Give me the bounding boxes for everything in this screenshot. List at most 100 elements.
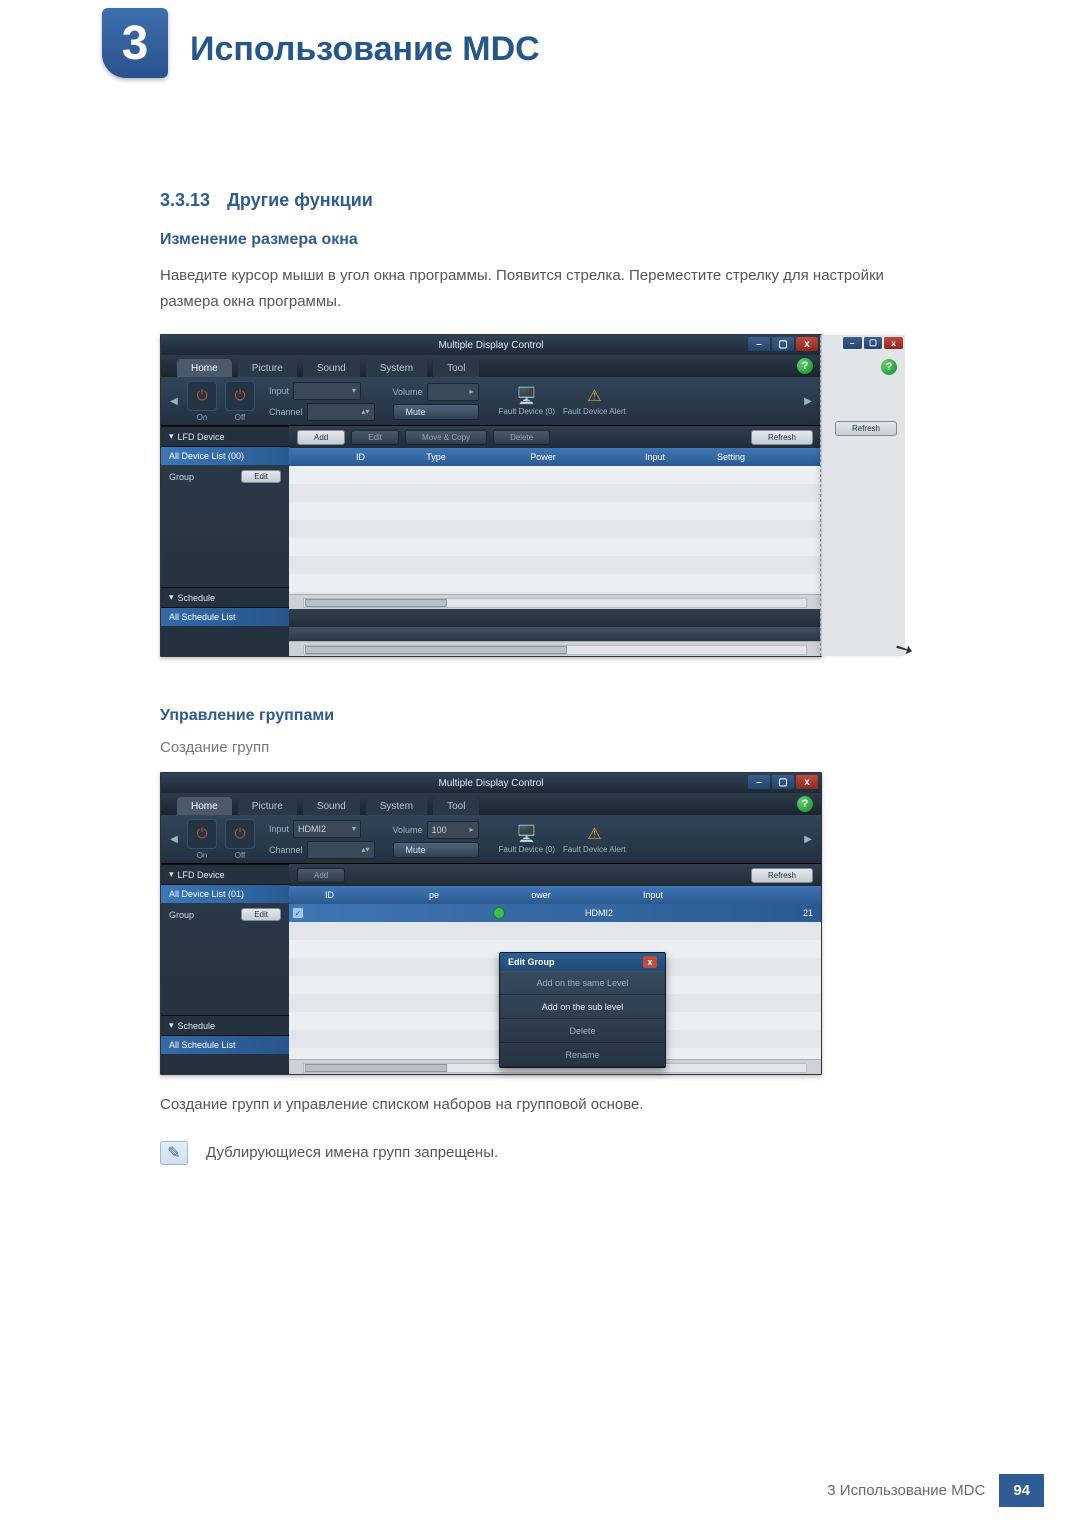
col-power[interactable]: Power (487, 452, 599, 462)
toolbar-delete-button[interactable]: Delete (493, 430, 550, 445)
power-off-button-2[interactable]: ⏻ (225, 819, 255, 849)
fault-alert-label: Fault Device Alert (563, 407, 626, 416)
mute-button-2[interactable]: Mute (393, 842, 479, 858)
volume-field[interactable]: ▸ (427, 383, 479, 401)
window-titlebar-2: Multiple Display Control – ▢ x (161, 773, 821, 793)
col-power-2[interactable]: ower (485, 890, 597, 900)
grid-toolbar-2: Add Refresh (289, 864, 821, 886)
toolbar-refresh-button[interactable]: Refresh (751, 430, 813, 445)
col-id-2[interactable]: ID (319, 890, 383, 900)
window-title: Multiple Display Control (438, 340, 543, 351)
tab-tool[interactable]: Tool (433, 359, 479, 377)
toolbar-refresh-button-2[interactable]: Refresh (751, 868, 813, 883)
ctx-item-add-same-level[interactable]: Add on the same Level (500, 971, 665, 995)
input-dropdown-2[interactable]: HDMI2▾ (293, 820, 361, 838)
tab-home[interactable]: Home (177, 359, 232, 377)
groups-caption: Создание групп и управление списком набо… (160, 1093, 920, 1117)
sidebar-2: ▾LFD Device All Device List (01) Group E… (161, 864, 289, 1074)
window-maximize-button[interactable]: ▢ (772, 337, 794, 351)
window-minimize-button[interactable]: – (748, 337, 770, 351)
window-minimize-button-2[interactable]: – (748, 775, 770, 789)
input-dropdown[interactable]: ▾ (293, 382, 361, 400)
channel-stepper-2[interactable]: ▴▾ (307, 841, 375, 859)
power-on-button-2[interactable]: ⏻ (187, 819, 217, 849)
toolbar-movecopy-button[interactable]: Move & Copy (405, 430, 487, 445)
ribbon-prev-icon-2[interactable]: ◀ (169, 815, 179, 863)
overlay-minimize-button[interactable]: – (843, 337, 862, 349)
fault-alert-label-2: Fault Device Alert (563, 845, 626, 854)
ctx-item-rename[interactable]: Rename (500, 1043, 665, 1067)
overlay-maximize-button[interactable]: ▢ (864, 337, 883, 349)
sidebar-header-lfd[interactable]: ▾LFD Device (161, 426, 289, 447)
context-menu-close-button[interactable]: x (643, 956, 657, 968)
subsection-groups-heading: Управление группами (160, 707, 920, 725)
col-id[interactable]: ID (289, 452, 385, 462)
col-input-2[interactable]: Input (597, 890, 709, 900)
toolbar-add-button[interactable]: Add (297, 430, 345, 445)
grid-row-selected[interactable]: ✓ HDMI2 21 (289, 904, 821, 922)
tab-picture[interactable]: Picture (238, 359, 297, 377)
tab-home-2[interactable]: Home (177, 797, 232, 815)
fault-device-icon[interactable]: 🖥️ (517, 386, 537, 406)
col-input[interactable]: Input (599, 452, 711, 462)
top-tabs-2: Home Picture Sound System Tool ? (161, 793, 821, 815)
window-close-button[interactable]: x (796, 337, 818, 351)
fault-alert-icon-2[interactable]: ⚠ (587, 824, 601, 844)
tab-picture-2[interactable]: Picture (238, 797, 297, 815)
group-edit-button[interactable]: Edit (241, 470, 281, 483)
tab-system[interactable]: System (366, 359, 427, 377)
channel-stepper[interactable]: ▴▾ (307, 403, 375, 421)
sidebar-all-schedule-list-2[interactable]: All Schedule List (161, 1036, 289, 1054)
sidebar-header-schedule-2[interactable]: ▾Schedule (161, 1015, 289, 1036)
tab-system-2[interactable]: System (366, 797, 427, 815)
sidebar-header-lfd-2[interactable]: ▾LFD Device (161, 864, 289, 885)
fault-alert-icon[interactable]: ⚠ (587, 386, 601, 406)
overlay-window-buttons: – ▢ x (843, 337, 903, 349)
ctx-item-add-sub-level[interactable]: Add on the sub level (500, 995, 665, 1019)
ribbon-next-icon[interactable]: ▶ (803, 377, 813, 425)
sidebar-header-schedule[interactable]: ▾Schedule (161, 587, 289, 608)
tab-sound[interactable]: Sound (303, 359, 360, 377)
power-on-button[interactable]: ⏻ (187, 381, 217, 411)
section-title: Другие функции (227, 190, 373, 210)
sidebar-group-row: Group Edit (161, 465, 289, 488)
sidebar-all-schedule-list[interactable]: All Schedule List (161, 608, 289, 626)
overlay-refresh-button[interactable]: Refresh (835, 421, 897, 436)
group-edit-button-2[interactable]: Edit (241, 908, 281, 921)
tab-tool-2[interactable]: Tool (433, 797, 479, 815)
ribbon-prev-icon[interactable]: ◀ (169, 377, 179, 425)
status-bar (289, 609, 821, 627)
volume-field-2[interactable]: 100▸ (427, 821, 479, 839)
volume-label: Volume (393, 387, 423, 397)
mute-button[interactable]: Mute (393, 404, 479, 420)
window-close-button-2[interactable]: x (796, 775, 818, 789)
help-icon-2[interactable]: ? (797, 796, 813, 812)
ribbon: ◀ ⏻ On ⏻ Off Input ▾ (161, 377, 821, 426)
ribbon-next-icon-2[interactable]: ▶ (803, 815, 813, 863)
lower-scrollbar[interactable] (289, 641, 821, 656)
row-checkbox[interactable]: ✓ (292, 907, 304, 919)
section-number: 3.3.13 (160, 190, 210, 210)
window-maximize-button-2[interactable]: ▢ (772, 775, 794, 789)
row-input-value: HDMI2 (549, 908, 649, 918)
toolbar-add-button-2[interactable]: Add (297, 868, 345, 883)
tab-sound-2[interactable]: Sound (303, 797, 360, 815)
overlay-help-icon[interactable]: ? (881, 359, 897, 375)
sidebar-all-device-list[interactable]: All Device List (00) (161, 447, 289, 465)
col-setting[interactable]: Setting (711, 452, 821, 462)
col-type[interactable]: Type (385, 452, 487, 462)
fault-device-icon-2[interactable]: 🖥️ (517, 824, 537, 844)
note-icon: ✎ (160, 1141, 188, 1165)
col-type-2[interactable]: pe (383, 890, 485, 900)
ribbon-2: ◀ ⏻ On ⏻ Off Input HDMI2▾ (161, 815, 821, 864)
overlay-close-button[interactable]: x (884, 337, 903, 349)
note-row: ✎ Дублирующиеся имена групп запрещены. (160, 1141, 920, 1165)
ctx-item-delete[interactable]: Delete (500, 1019, 665, 1043)
power-off-button[interactable]: ⏻ (225, 381, 255, 411)
channel-label: Channel (269, 407, 303, 417)
sidebar-all-device-list-2[interactable]: All Device List (01) (161, 885, 289, 903)
subsection-resize-body: Наведите курсор мыши в угол окна програм… (160, 263, 920, 314)
grid-scrollbar[interactable] (289, 594, 821, 609)
toolbar-edit-button[interactable]: Edit (351, 430, 399, 445)
help-icon[interactable]: ? (797, 358, 813, 374)
